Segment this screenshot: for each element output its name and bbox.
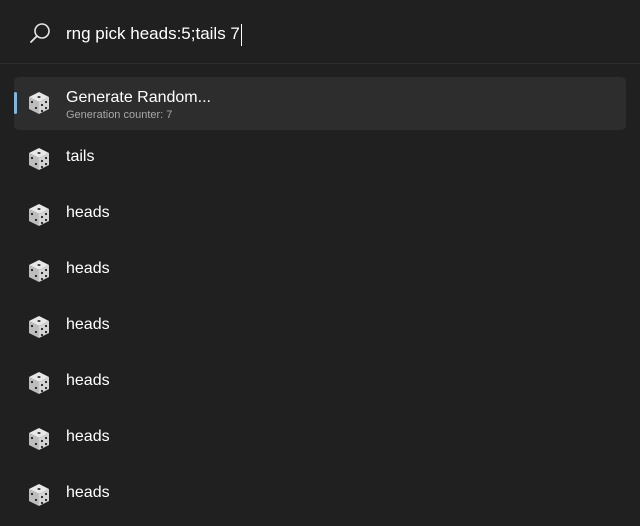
search-input[interactable]: rng pick heads:5;tails 7 bbox=[66, 23, 242, 46]
text-caret bbox=[240, 23, 242, 46]
result-title: Generate Random... bbox=[66, 89, 211, 106]
result-item[interactable]: heads bbox=[14, 469, 626, 522]
result-item[interactable]: heads bbox=[14, 301, 626, 354]
dice-icon bbox=[27, 371, 51, 395]
result-generate-random[interactable]: Generate Random... Generation counter: 7 bbox=[14, 77, 626, 130]
dice-icon bbox=[27, 259, 51, 283]
result-title: heads bbox=[66, 316, 110, 333]
result-title: heads bbox=[66, 204, 110, 221]
selection-indicator bbox=[14, 92, 17, 114]
search-icon bbox=[28, 21, 52, 45]
result-item[interactable]: heads bbox=[14, 357, 626, 410]
search-query: rng pick heads:5;tails 7 bbox=[66, 24, 240, 43]
result-item[interactable]: tails bbox=[14, 133, 626, 186]
result-item[interactable]: heads bbox=[14, 189, 626, 242]
dice-icon bbox=[27, 147, 51, 171]
dice-icon bbox=[27, 203, 51, 227]
result-title: heads bbox=[66, 260, 110, 277]
result-subtitle: Generation counter: 7 bbox=[66, 109, 173, 121]
dice-icon bbox=[27, 483, 51, 507]
result-item[interactable]: heads bbox=[14, 245, 626, 298]
result-title: tails bbox=[66, 148, 95, 165]
results-list: Generate Random... Generation counter: 7 bbox=[14, 77, 626, 525]
result-title: heads bbox=[66, 484, 110, 501]
dice-icon bbox=[27, 315, 51, 339]
dice-icon bbox=[27, 91, 51, 115]
search-bar[interactable]: rng pick heads:5;tails 7 bbox=[0, 0, 640, 64]
result-item[interactable]: heads bbox=[14, 413, 626, 466]
result-title: heads bbox=[66, 372, 110, 389]
result-title: heads bbox=[66, 428, 110, 445]
launcher-window: rng pick heads:5;tails 7 Generate Random… bbox=[0, 0, 640, 526]
dice-icon bbox=[27, 427, 51, 451]
